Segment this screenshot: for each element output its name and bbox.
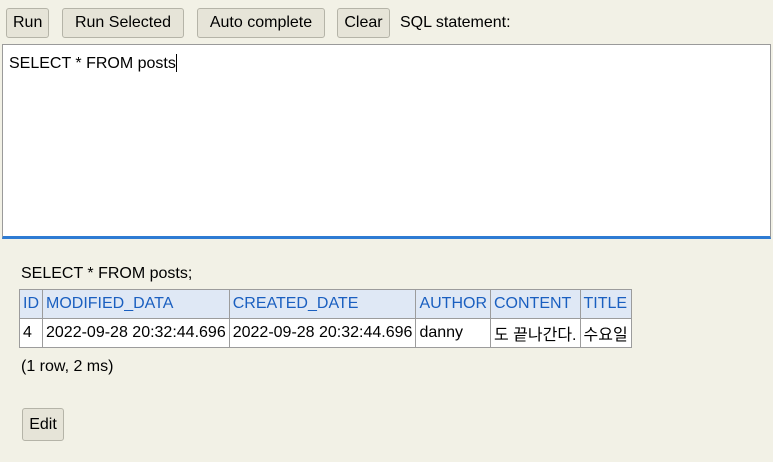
column-header-title[interactable]: TITLE <box>579 289 632 319</box>
cell-modified-data: 2022-09-28 20:32:44.696 <box>42 318 230 348</box>
cell-content: 도 끝나간다. <box>490 318 581 348</box>
clear-button[interactable]: Clear <box>337 8 390 38</box>
cell-title: 수요일 <box>579 318 632 348</box>
table-row: 4 2022-09-28 20:32:44.696 2022-09-28 20:… <box>19 318 632 348</box>
results-table: ID MODIFIED_DATA CREATED_DATE AUTHOR CON… <box>19 289 632 348</box>
column-header-modified-data[interactable]: MODIFIED_DATA <box>42 289 230 319</box>
column-header-author[interactable]: AUTHOR <box>415 289 491 319</box>
sql-editor[interactable]: SELECT * FROM posts <box>2 44 771 239</box>
row-count-status: (1 row, 2 ms) <box>21 358 114 375</box>
column-header-id[interactable]: ID <box>19 289 43 319</box>
cell-author: danny <box>415 318 491 348</box>
column-header-created-date[interactable]: CREATED_DATE <box>228 289 417 319</box>
results-header-row: ID MODIFIED_DATA CREATED_DATE AUTHOR CON… <box>19 289 632 319</box>
sql-statement-label: SQL statement: <box>400 14 511 31</box>
column-header-content[interactable]: CONTENT <box>490 289 581 319</box>
sql-editor-text: SELECT * FROM posts <box>9 55 176 72</box>
results-panel: SELECT * FROM posts; ID MODIFIED_DATA CR… <box>0 242 773 462</box>
run-selected-button[interactable]: Run Selected <box>62 8 184 38</box>
auto-complete-button[interactable]: Auto complete <box>197 8 325 38</box>
edit-button[interactable]: Edit <box>22 408 64 441</box>
executed-query-text: SELECT * FROM posts; <box>21 265 193 282</box>
cell-id: 4 <box>19 318 43 348</box>
query-toolbar: Run Run Selected Auto complete Clear SQL… <box>0 0 773 44</box>
run-button[interactable]: Run <box>6 8 49 38</box>
text-caret <box>175 54 177 72</box>
cell-created-date: 2022-09-28 20:32:44.696 <box>228 318 417 348</box>
